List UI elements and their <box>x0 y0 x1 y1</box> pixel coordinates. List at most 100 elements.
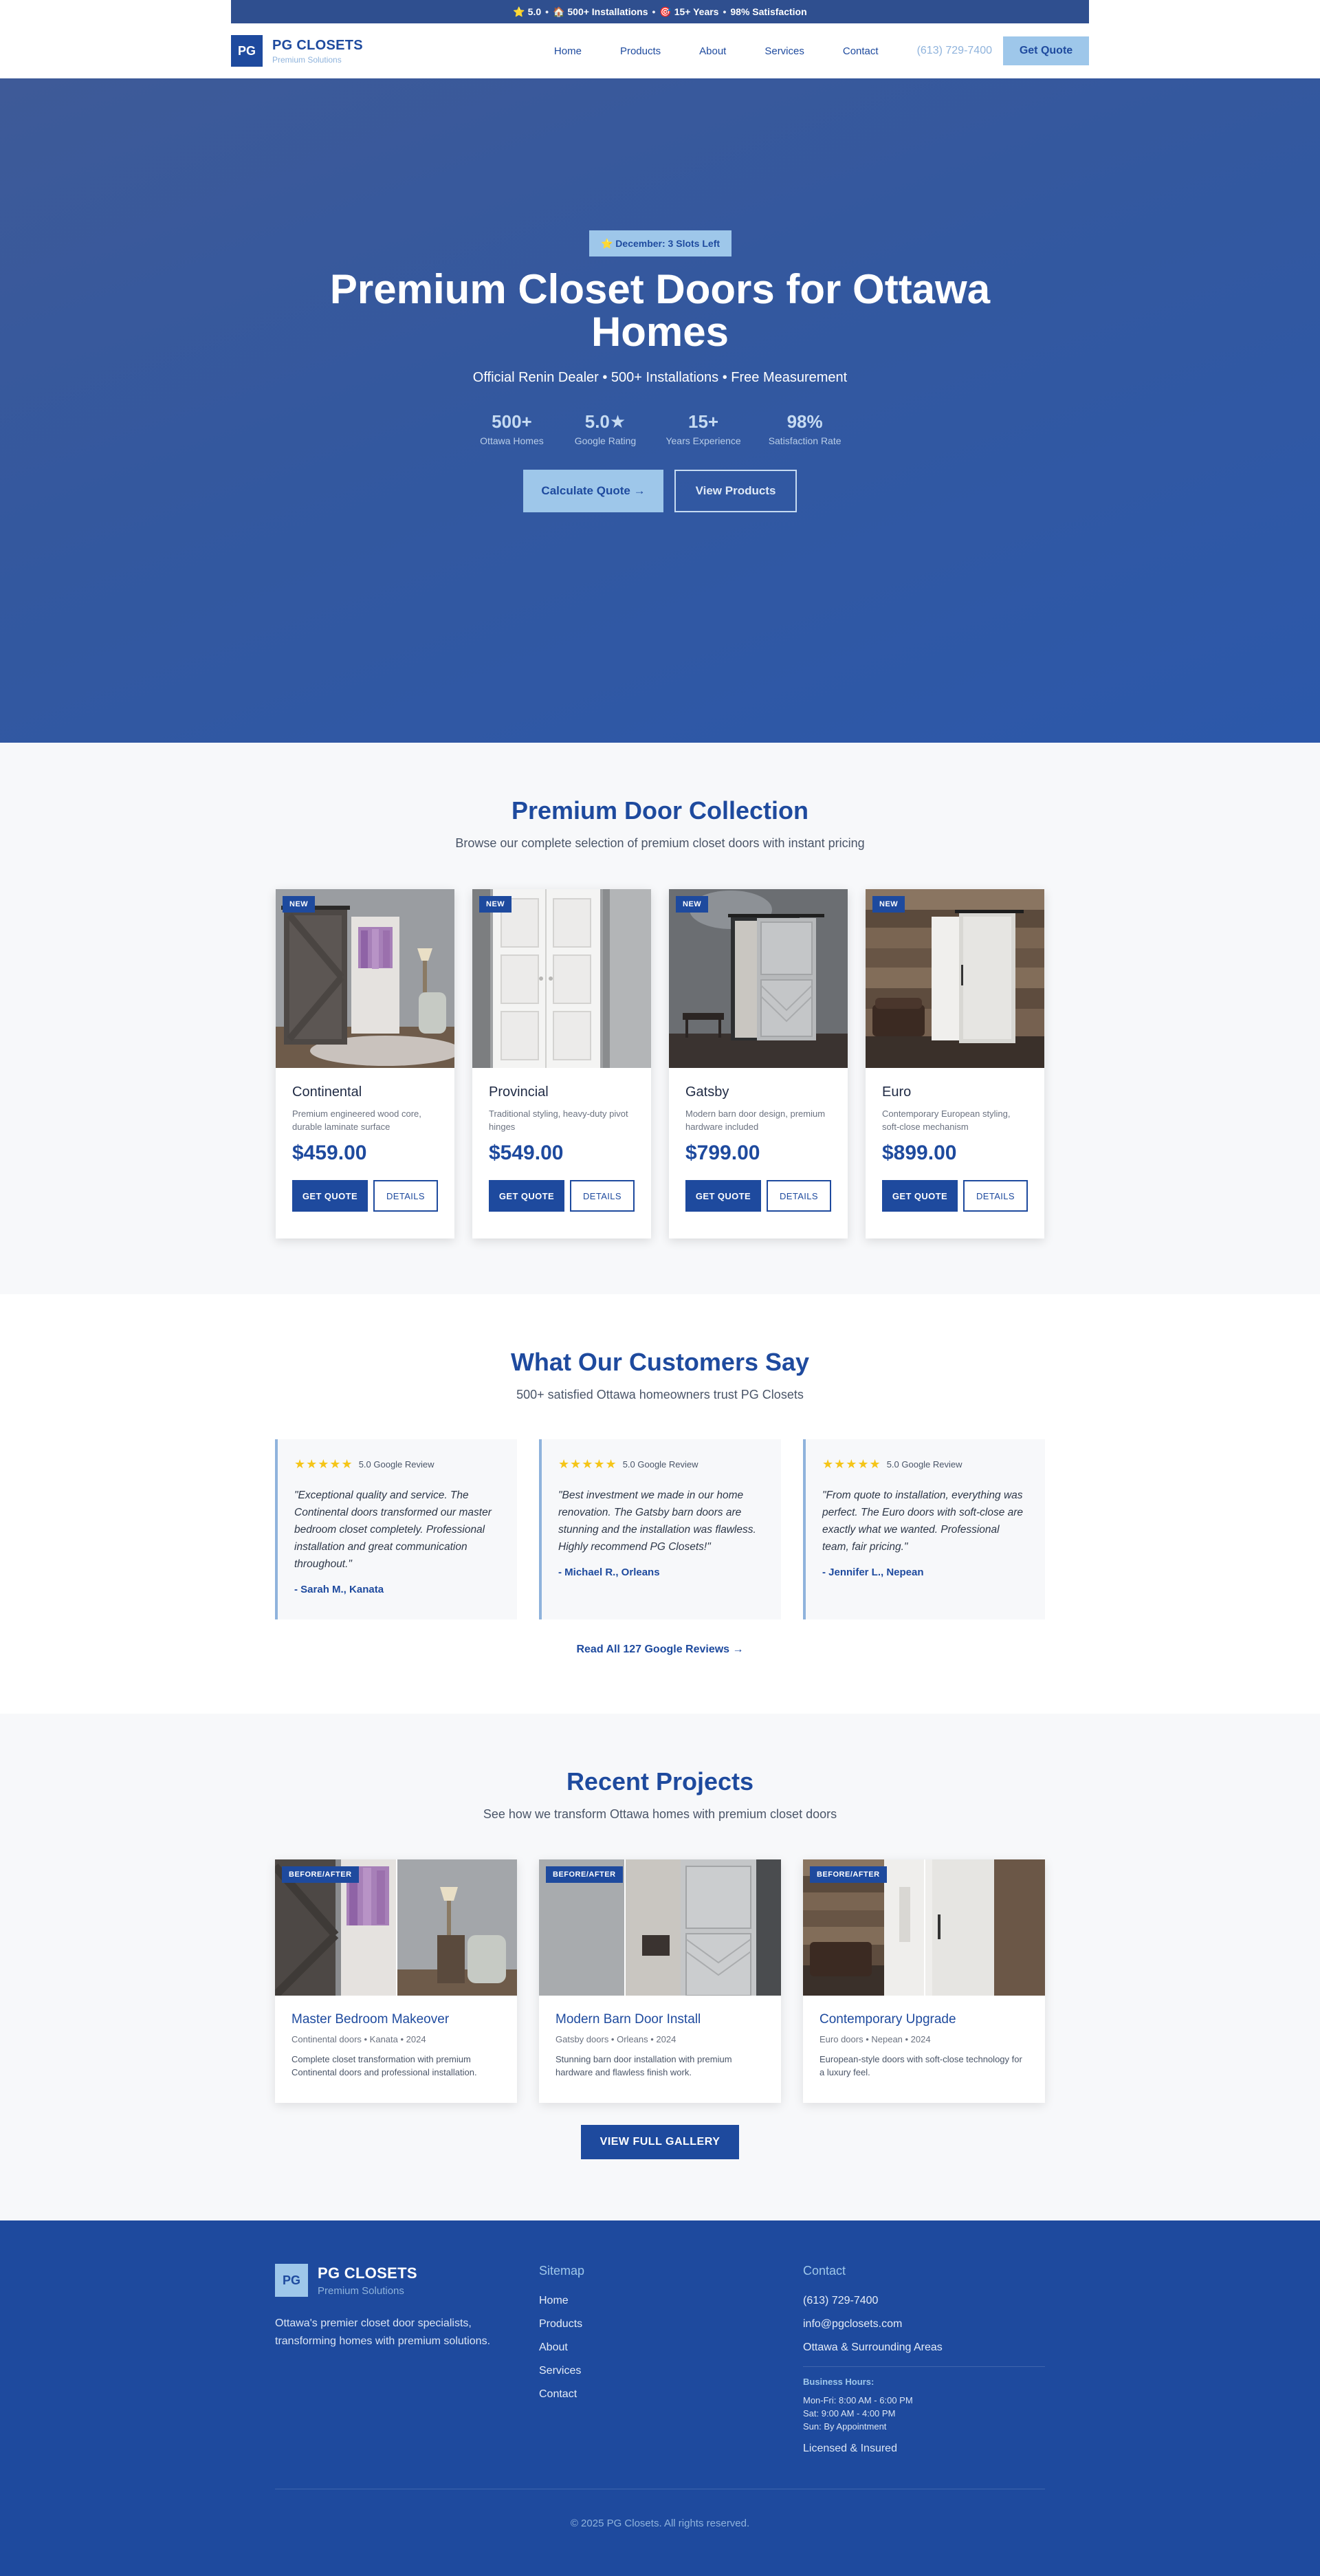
nav-products[interactable]: Products <box>620 45 661 57</box>
satisfaction-item: 98% Satisfaction <box>730 6 807 17</box>
project-card[interactable]: BEFORE/AFTER Modern Barn Door Install Ga… <box>539 1859 781 2103</box>
review-source: 5.0 Google Review <box>622 1459 698 1470</box>
availability-badge: ⭐ December: 3 Slots Left <box>589 230 732 256</box>
product-image[interactable]: NEW <box>669 889 848 1068</box>
product-image[interactable]: NEW <box>472 889 651 1068</box>
product-card[interactable]: NEW Provincial Traditional styling, heav… <box>472 889 651 1238</box>
product-image[interactable]: NEW <box>866 889 1044 1068</box>
footer-description: Ottawa's premier closet door specialists… <box>275 2317 491 2347</box>
stat-value: 98% <box>786 411 823 432</box>
nav-services[interactable]: Services <box>764 45 804 57</box>
star-rating-icon: ★★★★★ <box>558 1457 617 1471</box>
logo-mark[interactable]: PG <box>231 35 263 67</box>
project-meta: Gatsby doors • Orleans • 2024 <box>556 2034 676 2044</box>
project-image[interactable]: BEFORE/AFTER <box>803 1859 1045 1996</box>
review-quote: "Best investment we made in our home ren… <box>558 1489 756 1553</box>
project-meta: Euro doors • Nepean • 2024 <box>820 2034 931 2044</box>
hero-section: ⭐ December: 3 Slots Left Premium Closet … <box>0 78 1320 743</box>
footer-link-about[interactable]: About <box>539 2342 584 2365</box>
review-source: 5.0 Google Review <box>358 1459 434 1470</box>
project-meta: Continental doors • Kanata • 2024 <box>292 2034 426 2044</box>
new-badge: NEW <box>872 896 905 913</box>
get-quote-button[interactable]: Get Quote <box>1003 36 1089 65</box>
review-card: ★★★★★ 5.0 Google Review "Exceptional qua… <box>275 1439 517 1619</box>
hero-actions: Calculate Quote → View Products <box>0 470 1320 512</box>
project-card[interactable]: BEFORE/AFTER Master Bedroom Makeover Con… <box>275 1859 517 2103</box>
calculate-quote-button[interactable]: Calculate Quote → <box>523 470 663 512</box>
product-description: Traditional styling, heavy-duty pivot hi… <box>489 1109 628 1132</box>
footer-sitemap: Sitemap Home Products About Services Con… <box>539 2264 584 2412</box>
before-after-badge: BEFORE/AFTER <box>810 1866 887 1883</box>
section-subtitle: 500+ satisfied Ottawa homeowners trust P… <box>516 1388 804 1401</box>
continental-door-photo <box>276 889 454 1068</box>
nav-contact[interactable]: Contact <box>843 45 879 57</box>
before-after-badge: BEFORE/AFTER <box>546 1866 623 1883</box>
product-description: Premium engineered wood core, durable la… <box>292 1109 421 1132</box>
details-button[interactable]: DETAILS <box>767 1180 831 1212</box>
get-quote-button[interactable]: GET QUOTE <box>882 1180 958 1212</box>
logo[interactable]: PG CLOSETS Premium Solutions <box>272 38 363 65</box>
before-after-badge: BEFORE/AFTER <box>282 1866 359 1883</box>
section-title: What Our Customers Say <box>510 1348 810 1376</box>
details-button[interactable]: DETAILS <box>963 1180 1028 1212</box>
footer-link-services[interactable]: Services <box>539 2365 584 2388</box>
hours-sunday: Sun: By Appointment <box>803 2421 887 2432</box>
service-area: Ottawa & Surrounding Areas <box>803 2342 943 2353</box>
contact-heading: Contact <box>803 2264 846 2278</box>
get-quote-button[interactable]: GET QUOTE <box>685 1180 761 1212</box>
footer-link-products[interactable]: Products <box>539 2318 584 2342</box>
logo-tagline: Premium Solutions <box>318 2284 404 2297</box>
product-price: $799.00 <box>685 1142 760 1164</box>
project-card[interactable]: BEFORE/AFTER Contemporary Upgrade Euro d… <box>803 1859 1045 2103</box>
section-subtitle: See how we transform Ottawa homes with p… <box>483 1807 837 1821</box>
footer-link-home[interactable]: Home <box>539 2295 584 2318</box>
business-hours: Mon-Fri: 8:00 AM - 6:00 PM Sat: 9:00 AM … <box>803 2394 1045 2433</box>
nav-home[interactable]: Home <box>554 45 582 57</box>
stat-satisfaction: 98% Satisfaction Rate <box>769 411 842 446</box>
main-nav: Home Products About Services Contact (61… <box>554 36 1089 65</box>
section-title: Premium Door Collection <box>511 796 809 825</box>
details-button[interactable]: DETAILS <box>570 1180 635 1212</box>
new-badge: NEW <box>676 896 709 913</box>
product-card[interactable]: NEW Gatsby Modern barn door design, prem… <box>669 889 848 1238</box>
all-reviews-link[interactable]: Read All 127 Google Reviews → <box>0 1644 1320 1656</box>
product-name: Gatsby <box>685 1084 729 1100</box>
product-card[interactable]: NEW Continental Premium engineered wood … <box>276 889 454 1238</box>
testimonials-section: What Our Customers Say 500+ satisfied Ot… <box>0 1294 1320 1714</box>
logo-name: PG CLOSETS <box>318 2264 417 2282</box>
product-name: Provincial <box>489 1084 549 1100</box>
stat-homes: 500+ Ottawa Homes <box>478 411 544 446</box>
get-quote-button[interactable]: GET QUOTE <box>489 1180 564 1212</box>
footer-email[interactable]: info@pgclosets.com <box>803 2318 1045 2342</box>
products-section: Premium Door Collection Browse our compl… <box>0 743 1320 1294</box>
project-description: Complete closet transformation with prem… <box>292 2054 477 2077</box>
product-image[interactable]: NEW <box>276 889 454 1068</box>
logo-tagline: Premium Solutions <box>272 54 342 65</box>
hours-saturday: Sat: 9:00 AM - 4:00 PM <box>803 2408 896 2419</box>
review-card: ★★★★★ 5.0 Google Review "From quote to i… <box>803 1439 1045 1619</box>
stat-years: 15+ Years Experience <box>666 411 740 446</box>
new-badge: NEW <box>283 896 316 913</box>
phone-link[interactable]: (613) 729-7400 <box>917 45 992 57</box>
footer-link-contact[interactable]: Contact <box>539 2388 584 2412</box>
project-title: Master Bedroom Makeover <box>292 2012 450 2027</box>
stat-value: 15+ <box>688 411 719 432</box>
product-grid: NEW Continental Premium engineered wood … <box>276 889 1044 1238</box>
details-button[interactable]: DETAILS <box>373 1180 438 1212</box>
provincial-door-photo <box>472 889 651 1068</box>
hero-stats: 500+ Ottawa Homes 5.0★ Google Rating 15+… <box>0 411 1320 446</box>
product-name: Continental <box>292 1084 362 1100</box>
project-image[interactable]: BEFORE/AFTER <box>539 1859 781 1996</box>
sitemap-heading: Sitemap <box>539 2264 585 2278</box>
review-source: 5.0 Google Review <box>886 1459 962 1470</box>
view-products-button[interactable]: View Products <box>674 470 797 512</box>
get-quote-button[interactable]: GET QUOTE <box>292 1180 368 1212</box>
nav-about[interactable]: About <box>699 45 726 57</box>
product-card[interactable]: NEW Euro Contemporary European styling, … <box>866 889 1044 1238</box>
project-image[interactable]: BEFORE/AFTER <box>275 1859 517 1996</box>
footer-logo[interactable]: PG PG CLOSETS Premium Solutions <box>275 2264 509 2297</box>
view-gallery-button[interactable]: VIEW FULL GALLERY <box>581 2125 739 2159</box>
footer-divider <box>803 2366 1045 2367</box>
product-price: $899.00 <box>882 1142 957 1164</box>
footer-phone[interactable]: (613) 729-7400 <box>803 2295 1045 2318</box>
